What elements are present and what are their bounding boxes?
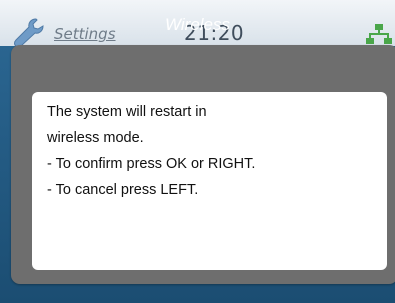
message-line-2: wireless mode.	[47, 130, 144, 146]
message-line-1: The system will restart in	[47, 104, 207, 120]
dialog-title: Wireless	[164, 15, 231, 34]
message-line-3: - To confirm press OK or RIGHT.	[47, 156, 256, 172]
message-line-4: - To cancel press LEFT.	[47, 182, 199, 198]
